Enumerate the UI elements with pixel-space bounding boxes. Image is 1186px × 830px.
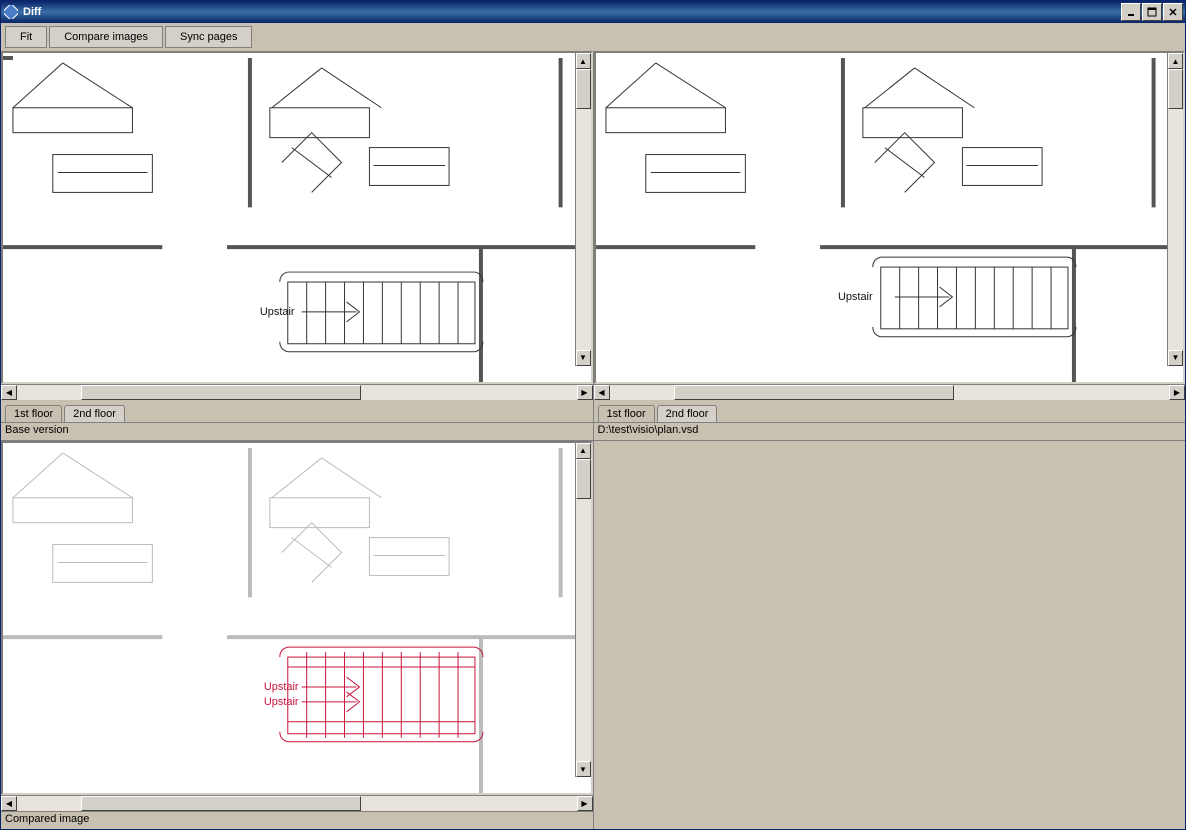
sync-pages-button[interactable]: Sync pages xyxy=(165,26,252,48)
scroll-up-icon[interactable]: ▲ xyxy=(1168,53,1183,69)
floorplan-file: Upstair xyxy=(596,53,1183,384)
viewport-bottom-left[interactable]: Upstair Upstair ▲ ▼ xyxy=(1,441,593,796)
tab-1st-floor[interactable]: 1st floor xyxy=(5,405,62,422)
viewport-top-right[interactable]: Upstair ▲ ▼ xyxy=(594,51,1186,384)
app-icon xyxy=(3,4,19,20)
toolbar: Fit Compare images Sync pages xyxy=(1,23,1185,51)
scroll-right-icon[interactable]: ▶ xyxy=(577,385,593,400)
scroll-down-icon[interactable]: ▼ xyxy=(576,761,591,777)
scroll-right-icon[interactable]: ▶ xyxy=(1169,385,1185,400)
scroll-left-icon[interactable]: ◀ xyxy=(1,796,17,811)
pane-top-right: Upstair ▲ ▼ ◀ ▶ 1st floor 2nd floor D:\t… xyxy=(594,51,1186,440)
scroll-thumb[interactable] xyxy=(576,459,591,499)
titlebar[interactable]: Diff xyxy=(1,1,1185,23)
pane-status: D:\test\visio\plan.vsd xyxy=(594,422,1186,440)
stair-label-a: Upstair xyxy=(264,680,299,692)
scroll-thumb[interactable] xyxy=(674,385,954,400)
stair-label: Upstair xyxy=(260,306,295,318)
compare-images-button[interactable]: Compare images xyxy=(49,26,163,48)
scrollbar-vertical[interactable]: ▲ ▼ xyxy=(575,53,591,366)
scroll-left-icon[interactable]: ◀ xyxy=(594,385,610,400)
scroll-down-icon[interactable]: ▼ xyxy=(1168,350,1183,366)
scroll-thumb[interactable] xyxy=(576,69,591,109)
page-tabs: 1st floor 2nd floor xyxy=(1,400,593,422)
scrollbar-vertical[interactable]: ▲ ▼ xyxy=(1167,53,1183,366)
scroll-thumb[interactable] xyxy=(81,385,361,400)
window-title: Diff xyxy=(23,6,1121,18)
window-controls xyxy=(1121,3,1183,21)
stair-label: Upstair xyxy=(837,291,872,303)
scrollbar-horizontal[interactable]: ◀ ▶ xyxy=(1,384,593,400)
floorplan-base: Upstair xyxy=(3,53,590,384)
scrollbar-horizontal[interactable]: ◀ ▶ xyxy=(594,384,1186,400)
pane-bottom-left: Upstair Upstair ▲ ▼ ◀ ▶ Compared image xyxy=(1,441,593,830)
scroll-thumb[interactable] xyxy=(81,796,361,811)
floorplan-diff: Upstair Upstair xyxy=(3,443,590,796)
scroll-thumb[interactable] xyxy=(1168,69,1183,109)
minimize-button[interactable] xyxy=(1121,3,1141,21)
pane-status: Compared image xyxy=(1,811,593,829)
tab-2nd-floor[interactable]: 2nd floor xyxy=(657,405,718,422)
stair-label-b: Upstair xyxy=(264,695,299,707)
pane-bottom-right xyxy=(594,441,1186,830)
content-grid: Upstair ▲ ▼ ◀ ▶ 1st floor 2nd floor Base… xyxy=(1,51,1185,829)
pane-top-left: Upstair ▲ ▼ ◀ ▶ 1st floor 2nd floor Base… xyxy=(1,51,593,440)
scroll-up-icon[interactable]: ▲ xyxy=(576,443,591,459)
maximize-button[interactable] xyxy=(1142,3,1162,21)
tab-1st-floor[interactable]: 1st floor xyxy=(598,405,655,422)
app-window: Diff Fit Compare images Sync pages xyxy=(0,0,1186,830)
fit-button[interactable]: Fit xyxy=(5,26,47,48)
scroll-up-icon[interactable]: ▲ xyxy=(576,53,591,69)
scroll-left-icon[interactable]: ◀ xyxy=(1,385,17,400)
tab-2nd-floor[interactable]: 2nd floor xyxy=(64,405,125,422)
page-tabs: 1st floor 2nd floor xyxy=(594,400,1186,422)
pane-status: Base version xyxy=(1,422,593,440)
scrollbar-vertical[interactable]: ▲ ▼ xyxy=(575,443,591,778)
scroll-down-icon[interactable]: ▼ xyxy=(576,350,591,366)
viewport-top-left[interactable]: Upstair ▲ ▼ xyxy=(1,51,593,384)
scrollbar-horizontal[interactable]: ◀ ▶ xyxy=(1,795,593,811)
close-button[interactable] xyxy=(1163,3,1183,21)
scroll-right-icon[interactable]: ▶ xyxy=(577,796,593,811)
